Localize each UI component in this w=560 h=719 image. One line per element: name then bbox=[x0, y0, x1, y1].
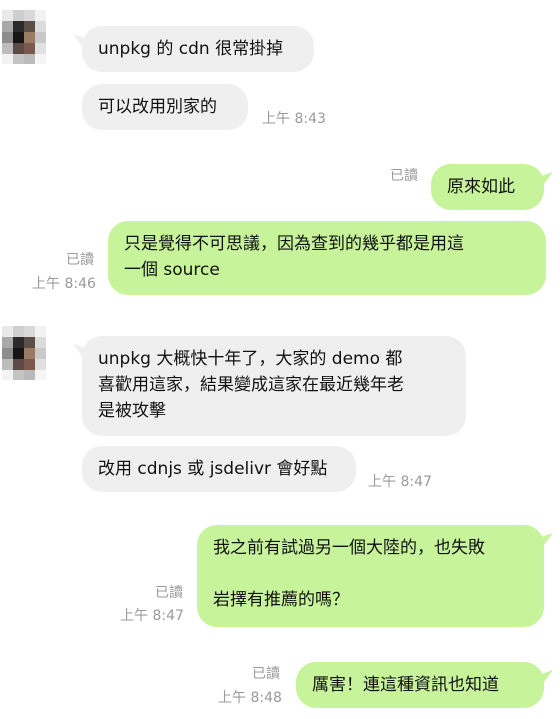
outgoing-message-bubble[interactable]: 厲害！連這種資訊也知道 bbox=[296, 662, 544, 708]
read-receipt: 已讀 bbox=[252, 666, 280, 682]
contact-avatar[interactable] bbox=[2, 326, 46, 380]
incoming-message-bubble[interactable]: unpkg 大概快十年了，大家的 demo 都 喜歡用這家，結果變成這家在最近幾… bbox=[82, 336, 466, 436]
read-receipt: 已讀 bbox=[390, 168, 418, 184]
outgoing-message-bubble[interactable]: 只是覺得不可思議，因為查到的幾乎都是用這 一個 source bbox=[108, 221, 546, 295]
message-timestamp: 上午 8:47 bbox=[368, 474, 432, 490]
message-timestamp: 上午 8:48 bbox=[218, 690, 282, 706]
message-text: 改用 cdnjs 或 jsdelivr 會好點 bbox=[98, 459, 328, 479]
incoming-message-bubble[interactable]: 可以改用別家的 bbox=[82, 84, 248, 130]
outgoing-message-bubble[interactable]: 原來如此 bbox=[431, 164, 544, 210]
message-text: 我之前有試過另一個大陸的，也失敗 岩擇有推薦的嗎？ bbox=[213, 538, 485, 610]
message-text: unpkg 大概快十年了，大家的 demo 都 喜歡用這家，結果變成這家在最近幾… bbox=[98, 349, 404, 421]
read-receipt: 已讀 bbox=[155, 585, 183, 601]
contact-avatar[interactable] bbox=[2, 10, 46, 64]
message-text: 可以改用別家的 bbox=[98, 97, 217, 117]
incoming-message-bubble[interactable]: 改用 cdnjs 或 jsdelivr 會好點 bbox=[82, 446, 356, 492]
message-text: 只是覺得不可思議，因為查到的幾乎都是用這 一個 source bbox=[124, 234, 464, 280]
message-text: 厲害！連這種資訊也知道 bbox=[312, 675, 499, 695]
message-timestamp: 上午 8:43 bbox=[262, 111, 326, 127]
message-text: unpkg 的 cdn 很常掛掉 bbox=[98, 39, 284, 59]
message-timestamp: 上午 8:46 bbox=[32, 276, 96, 292]
message-text: 原來如此 bbox=[447, 177, 515, 197]
read-receipt: 已讀 bbox=[66, 252, 94, 268]
message-timestamp: 上午 8:47 bbox=[120, 608, 184, 624]
outgoing-message-bubble[interactable]: 我之前有試過另一個大陸的，也失敗 岩擇有推薦的嗎？ bbox=[197, 525, 544, 627]
incoming-message-bubble[interactable]: unpkg 的 cdn 很常掛掉 bbox=[82, 26, 314, 72]
